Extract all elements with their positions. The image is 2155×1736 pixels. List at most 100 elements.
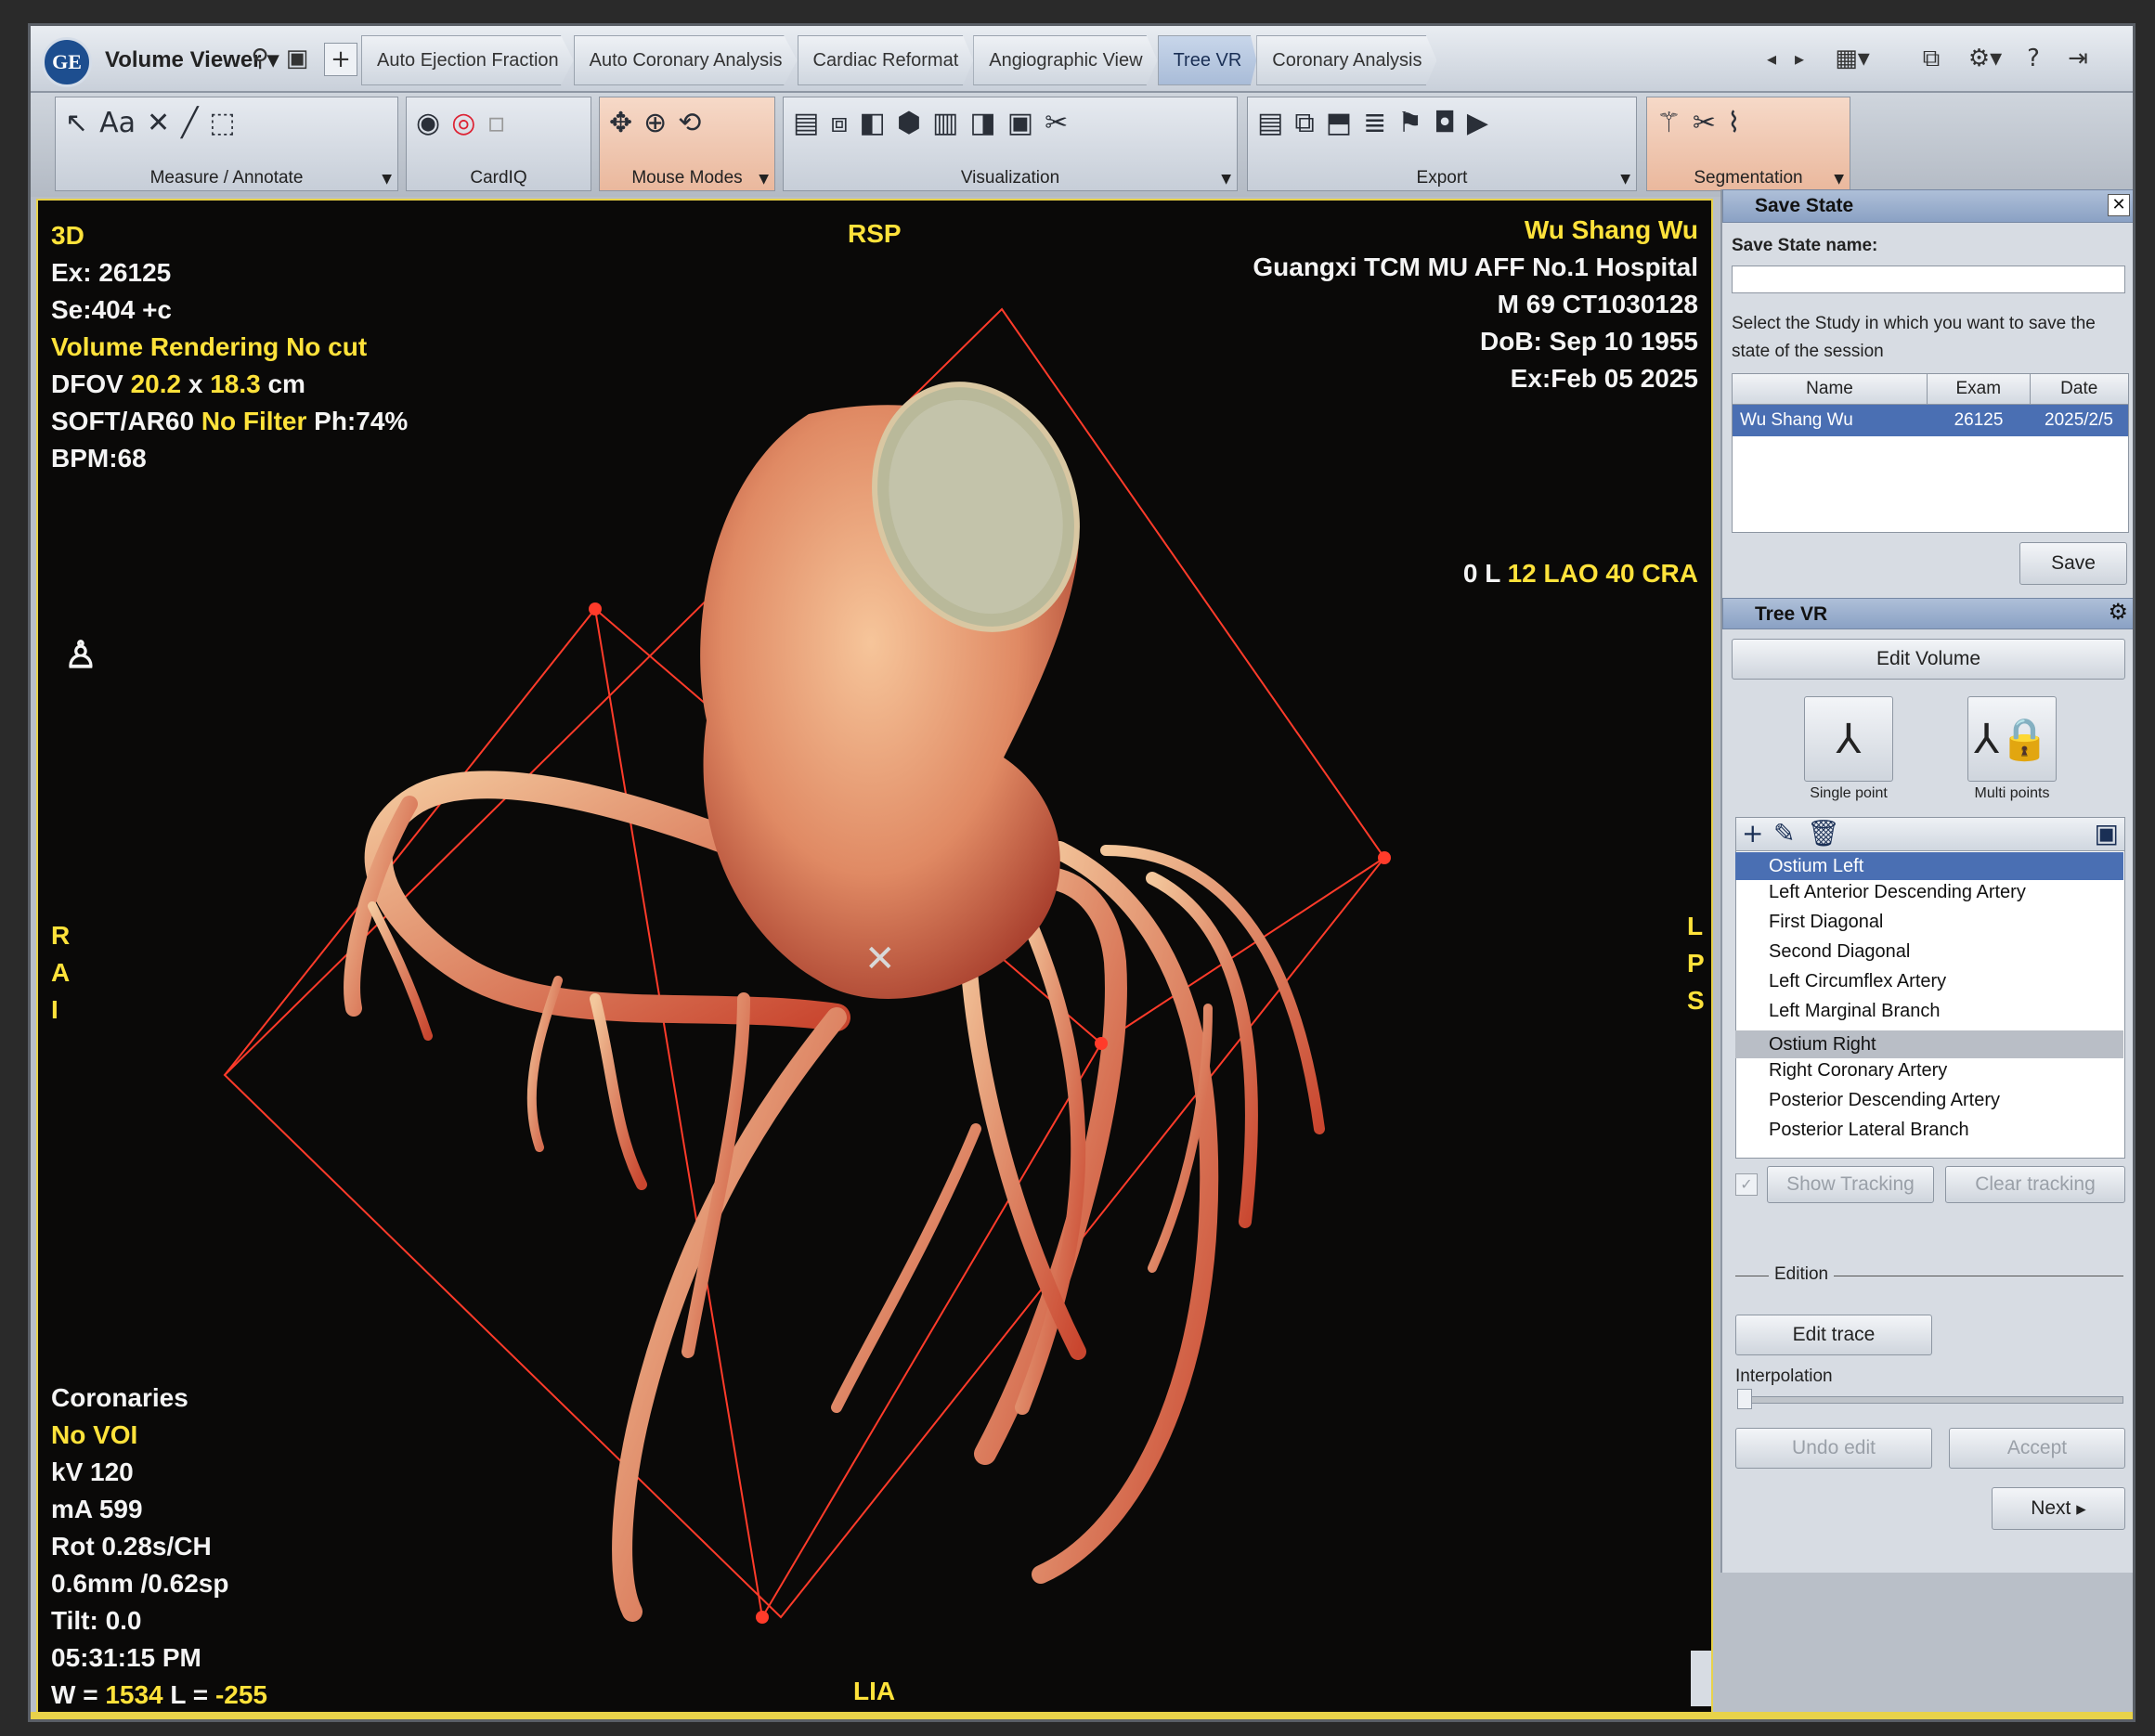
monitor-screen: GE Volume Viewer ▾ ⚲ ▣ + Auto Ejection F… — [28, 23, 2136, 1722]
trash-icon[interactable]: 🗑 — [1807, 818, 1840, 849]
slice-thickness: 0.6mm /0.62sp — [51, 1569, 229, 1598]
help-icon[interactable]: ? — [2018, 43, 2049, 74]
rotate-3d-icon[interactable]: ⟲ — [678, 107, 701, 139]
column-date[interactable]: Date — [2031, 374, 2129, 404]
cut-icon[interactable]: ✂ — [1045, 107, 1068, 139]
single-point-button[interactable]: ⅄ — [1804, 696, 1893, 782]
table-row[interactable]: Wu Shang Wu 26125 2025/2/5 — [1733, 405, 2128, 436]
3d-viewport[interactable]: ✕ 3D Ex: 26125 Se:404 +c Volume Renderin… — [36, 199, 1713, 1717]
tree-item-second-diagonal[interactable]: Second Diagonal — [1769, 941, 1910, 963]
movie-icon[interactable]: ⚑ — [1397, 107, 1422, 139]
add-tab-icon[interactable]: + — [324, 43, 357, 76]
save-series-icon[interactable]: ⬒ — [1326, 107, 1352, 139]
show-tracking-button[interactable]: Show Tracking — [1767, 1166, 1934, 1203]
tab-angiographic-view[interactable]: Angiographic View — [973, 35, 1158, 85]
clear-tracking-button[interactable]: Clear tracking — [1945, 1166, 2125, 1203]
volume-render-icon[interactable]: ▤ — [793, 107, 819, 139]
image-select-icon[interactable]: ▣ — [281, 43, 313, 74]
rename-icon[interactable]: ✎ — [1773, 818, 1795, 849]
column-name[interactable]: Name — [1733, 374, 1928, 404]
report-icon[interactable]: ▤ — [1257, 107, 1283, 139]
accept-button[interactable]: Accept — [1949, 1428, 2125, 1469]
viewport-scrollbar[interactable] — [1691, 1651, 1711, 1706]
save-state-name-input[interactable] — [1732, 266, 2125, 293]
cube-icon[interactable]: ⬢ — [897, 107, 921, 139]
zoom-icon[interactable]: ⊕ — [643, 107, 667, 139]
overlay-top-left: 3D Ex: 26125 Se:404 +c Volume Rendering … — [51, 217, 408, 477]
series-number: Se:404 +c — [51, 295, 172, 324]
interpolation-slider-thumb[interactable] — [1737, 1389, 1752, 1409]
vr-icon[interactable]: ⧈ — [830, 107, 848, 139]
orientation-person-icon[interactable]: ♙ — [64, 637, 97, 674]
exam-date: Ex:Feb 05 2025 — [1510, 364, 1698, 393]
camera-icon[interactable]: ◘ — [1434, 107, 1456, 139]
tree-item-left-marginal[interactable]: Left Marginal Branch — [1769, 1001, 1941, 1022]
render-mode: Volume Rendering No cut — [51, 332, 368, 361]
tab-scroll-right-icon[interactable]: ▸ — [1784, 43, 1815, 74]
tree-item-pda[interactable]: Posterior Descending Artery — [1769, 1090, 2000, 1111]
cardiq-icon[interactable]: ◉ — [416, 107, 440, 139]
dropdown-arrow-icon[interactable]: ▼ — [759, 172, 769, 187]
mip-icon[interactable]: ◧ — [859, 107, 885, 139]
pan-icon[interactable]: ✥ — [609, 107, 632, 139]
roi-tool-icon[interactable]: ⬚ — [209, 107, 235, 139]
tree-item-lcx[interactable]: Left Circumflex Artery — [1769, 971, 1946, 992]
tree-item-lad[interactable]: Left Anterior Descending Artery — [1769, 882, 2026, 903]
export-window-icon[interactable]: ⧉ — [1915, 43, 1947, 74]
interpolation-slider[interactable] — [1741, 1396, 2123, 1404]
tree-item-plb[interactable]: Posterior Lateral Branch — [1769, 1120, 1969, 1141]
tab-auto-ejection-fraction[interactable]: Auto Ejection Fraction — [361, 35, 574, 85]
add-icon[interactable]: + — [1742, 818, 1763, 849]
save-button[interactable]: Save — [2019, 542, 2127, 585]
exit-icon[interactable]: ⇥ — [2062, 43, 2094, 74]
save-disk-icon[interactable]: ▣ — [2095, 818, 2119, 849]
tab-scroll-left-icon[interactable]: ◂ — [1756, 43, 1787, 74]
tree-node-ostium-right[interactable]: Ostium Right — [1735, 1030, 2123, 1058]
close-icon[interactable]: ✕ — [2108, 194, 2130, 216]
next-button[interactable]: Next ▸ — [1992, 1487, 2125, 1530]
cross-tool-icon[interactable]: ✕ — [147, 107, 170, 139]
monitor-icon[interactable]: ▣ — [1007, 107, 1033, 139]
filter-line: SOFT/AR60 No Filter Ph:74% — [51, 407, 409, 435]
toolgroup-export: ▤ ⧉ ⬒ ≣ ⚑ ◘ ▶ Export ▼ — [1247, 97, 1637, 191]
show-tracking-checkbox[interactable]: ✓ — [1735, 1173, 1758, 1196]
tree-item-rca[interactable]: Right Coronary Artery — [1769, 1060, 1947, 1082]
patient-name: Wu Shang Wu — [1524, 215, 1698, 244]
tree-item-first-diagonal[interactable]: First Diagonal — [1769, 912, 1883, 933]
line-tool-icon[interactable]: ╱ — [181, 107, 198, 139]
column-exam[interactable]: Exam — [1928, 374, 2031, 404]
wand-icon[interactable]: ⚚ — [1656, 107, 1681, 139]
gear-icon[interactable]: ⚙ — [2108, 599, 2128, 625]
layout-icon[interactable]: ▦▾ — [1824, 43, 1880, 74]
film-icon[interactable]: ≣ — [1363, 107, 1386, 139]
minip-icon[interactable]: ◨ — [969, 107, 995, 139]
tab-auto-coronary-analysis[interactable]: Auto Coronary Analysis — [573, 35, 798, 85]
text-annotate-icon[interactable]: Aa — [99, 107, 136, 139]
patient-icon[interactable]: ⚲ — [244, 43, 276, 74]
multi-points-button[interactable]: ⅄🔒 — [1967, 696, 2057, 782]
dropdown-arrow-icon[interactable]: ▼ — [1620, 172, 1630, 187]
ring-icon[interactable]: ◎ — [451, 107, 475, 139]
video-icon[interactable]: ▶ — [1467, 107, 1488, 139]
dropdown-arrow-icon[interactable]: ▼ — [382, 172, 392, 187]
undo-edit-button[interactable]: Undo edit — [1735, 1428, 1932, 1469]
brush-icon[interactable]: ⌇ — [1727, 107, 1741, 139]
slab-icon[interactable]: ▥ — [932, 107, 958, 139]
orientation-top: RSP — [848, 219, 902, 248]
scissors-icon[interactable]: ✂ — [1693, 107, 1716, 139]
edit-volume-button[interactable]: Edit Volume — [1732, 639, 2125, 680]
copy-icon[interactable]: ⧉ — [1294, 107, 1314, 139]
edit-trace-button[interactable]: Edit trace — [1735, 1315, 1932, 1355]
tab-cardiac-reformat[interactable]: Cardiac Reformat — [797, 35, 974, 85]
dropdown-arrow-icon[interactable]: ▼ — [1221, 172, 1231, 187]
tab-coronary-analysis[interactable]: Coronary Analysis — [1256, 35, 1437, 85]
dropdown-arrow-icon[interactable]: ▼ — [1834, 172, 1844, 187]
gear-icon[interactable]: ⚙▾ — [1962, 43, 2008, 74]
toolgroup-segmentation: ⚚ ✂ ⌇ Segmentation ▼ — [1646, 97, 1850, 191]
arrow-tool-icon[interactable]: ↖ — [65, 107, 88, 139]
tilt: Tilt: 0.0 — [51, 1606, 142, 1635]
tree-node-ostium-left[interactable]: Ostium Left — [1735, 852, 2123, 880]
protocol-tabs: Auto Ejection Fraction Auto Coronary Ana… — [361, 35, 1437, 85]
hospital-name: Guangxi TCM MU AFF No.1 Hospital — [1253, 253, 1698, 281]
tab-tree-vr[interactable]: Tree VR — [1157, 35, 1257, 85]
